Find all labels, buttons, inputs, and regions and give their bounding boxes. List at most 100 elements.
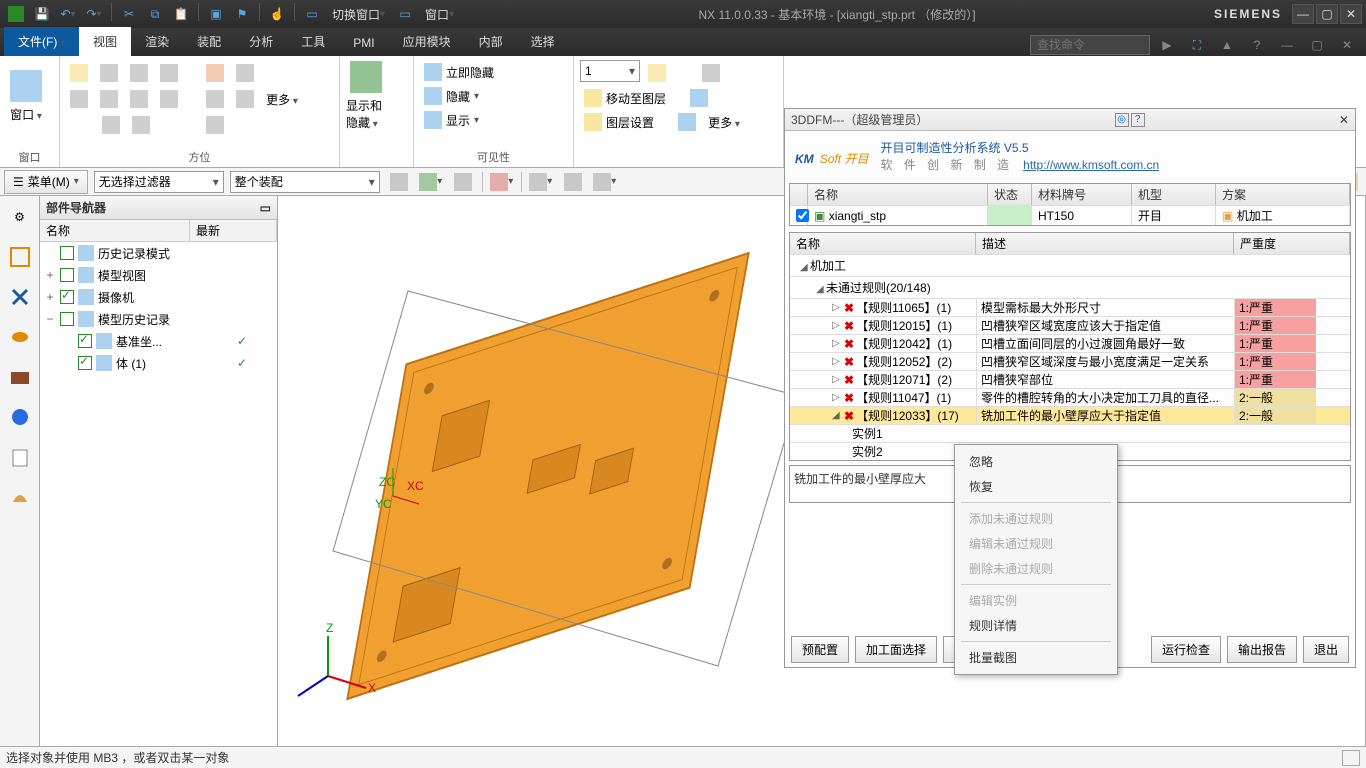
nav-icon-5[interactable]: [5, 402, 35, 432]
showhide-big-button[interactable]: 显示和隐藏: [346, 60, 386, 132]
nav-icon-1[interactable]: [5, 242, 35, 272]
hide-item[interactable]: 隐藏: [420, 84, 567, 108]
sel-btn-6[interactable]: [560, 170, 586, 194]
fullscreen-icon[interactable]: ⛶: [1184, 34, 1210, 56]
tab-app[interactable]: 应用模块: [389, 27, 465, 56]
btn-run[interactable]: 运行检查: [1151, 636, 1221, 663]
more-orient-button[interactable]: 更多: [262, 86, 302, 112]
filter-combo-2[interactable]: 整个装配: [230, 171, 380, 193]
navigator-tree[interactable]: 历史记录模式+模型视图+摄像机−模型历史记录基准坐...✓体 (1)✓: [40, 242, 277, 750]
col-status[interactable]: 状态: [988, 184, 1032, 205]
qat-redo-icon[interactable]: ↷: [82, 3, 106, 25]
qat-touch-icon[interactable]: ☝: [265, 3, 289, 25]
ori-btn-9[interactable]: [126, 86, 152, 112]
dfm-icon-q[interactable]: ?: [1131, 113, 1145, 127]
qat-window1-icon[interactable]: ▭: [300, 3, 324, 25]
qat-window2-icon[interactable]: ▭: [393, 3, 417, 25]
qat-repeat-icon[interactable]: ▣: [204, 3, 228, 25]
menu-button[interactable]: ☰菜单(M): [4, 170, 88, 194]
rule-row[interactable]: ▷✖【规则11047】(1)零件的槽腔转角的大小决定加工刀具的直径...2:一般: [790, 388, 1350, 406]
filter-combo-1[interactable]: 无选择过滤器: [94, 171, 224, 193]
vis-smbtn1[interactable]: [698, 60, 724, 86]
qat-copy-icon[interactable]: ⧉: [143, 3, 167, 25]
minimize-button[interactable]: —: [1292, 4, 1314, 24]
ori-btn-5[interactable]: [202, 60, 228, 86]
col-name[interactable]: 名称: [808, 184, 988, 205]
ori-btn-12[interactable]: [232, 86, 258, 112]
rule-category[interactable]: ◢未通过规则(20/148): [790, 276, 1350, 298]
rule-row[interactable]: ▷✖【规则12042】(1)凹槽立面间同层的小过渡圆角最好一致1:严重: [790, 334, 1350, 352]
col-name[interactable]: 名称: [40, 220, 190, 241]
qat-cut-icon[interactable]: ✂: [117, 3, 141, 25]
part-row[interactable]: ▣ xiangti_stp HT150 开目 ▣ 机加工: [790, 205, 1350, 225]
rule-root[interactable]: ◢机加工: [790, 254, 1350, 276]
close2-icon[interactable]: ✕: [1334, 34, 1360, 56]
close-button[interactable]: ✕: [1340, 4, 1362, 24]
move-layer-item[interactable]: 移动至图层: [580, 86, 777, 110]
command-search-input[interactable]: [1030, 35, 1150, 55]
search-go-icon[interactable]: ▶: [1154, 34, 1180, 56]
ori-btn-15[interactable]: [202, 112, 228, 138]
rule-row[interactable]: ◢✖【规则12033】(17)铣加工件的最小壁厚应大于指定值2:一般: [790, 406, 1350, 424]
ori-btn-4[interactable]: [156, 60, 182, 86]
tab-analysis[interactable]: 分析: [235, 27, 287, 56]
ori-btn-8[interactable]: [96, 86, 122, 112]
nav-icon-3[interactable]: [5, 322, 35, 352]
dfm-close-icon[interactable]: ✕: [1339, 113, 1349, 127]
nav-icon-7[interactable]: [5, 482, 35, 512]
tab-render[interactable]: 渲染: [131, 27, 183, 56]
nav-icon-4[interactable]: [5, 362, 35, 392]
ori-btn-7[interactable]: [66, 86, 92, 112]
help-icon[interactable]: ?: [1244, 34, 1270, 56]
ori-btn-14[interactable]: [128, 112, 154, 138]
settings-icon[interactable]: ⚙: [5, 202, 35, 232]
window-big-button[interactable]: 窗口: [6, 60, 46, 132]
rule-row[interactable]: ▷✖【规则12071】(2)凹槽狭窄部位1:严重: [790, 370, 1350, 388]
qat-undo-icon[interactable]: ↶: [56, 3, 80, 25]
ori-btn-10[interactable]: [156, 86, 182, 112]
instance-row[interactable]: 实例1: [790, 424, 1350, 442]
btn-faceselect[interactable]: 加工面选择: [855, 636, 937, 663]
tab-pmi[interactable]: PMI: [339, 30, 388, 56]
tab-file[interactable]: 文件(F): [4, 27, 79, 56]
qat-window-menu[interactable]: 窗口: [419, 3, 460, 25]
menu-item[interactable]: 批量截图: [955, 645, 1117, 670]
tab-internal[interactable]: 内部: [465, 27, 517, 56]
col-plan[interactable]: 方案: [1216, 184, 1350, 205]
ori-btn-6[interactable]: [232, 60, 258, 86]
ori-btn-3[interactable]: [126, 60, 152, 86]
rcol-name[interactable]: 名称: [790, 233, 976, 254]
sel-btn-4[interactable]: [489, 170, 515, 194]
tab-view[interactable]: 视图: [79, 27, 131, 56]
qat-paste-icon[interactable]: 📋: [169, 3, 193, 25]
dfm-icon-o[interactable]: ◎: [1115, 113, 1129, 127]
btn-report[interactable]: 输出报告: [1227, 636, 1297, 663]
tree-item[interactable]: +摄像机: [40, 286, 277, 308]
sel-btn-5[interactable]: [528, 170, 554, 194]
layer-settings-item[interactable]: 图层设置更多: [580, 110, 777, 134]
ori-btn-2[interactable]: [96, 60, 122, 86]
sel-btn-7[interactable]: [592, 170, 618, 194]
rule-row[interactable]: ▷✖【规则12015】(1)凹槽狭窄区域宽度应该大于指定值1:严重: [790, 316, 1350, 334]
qat-save-icon[interactable]: 💾: [30, 3, 54, 25]
up-icon[interactable]: ▲: [1214, 34, 1240, 56]
sel-btn-2[interactable]: [418, 170, 444, 194]
hide-immediate-item[interactable]: 立即隐藏: [420, 60, 567, 84]
min2-icon[interactable]: —: [1274, 34, 1300, 56]
tab-tools[interactable]: 工具: [287, 27, 339, 56]
pin-icon[interactable]: ▭: [260, 201, 271, 215]
rcol-desc[interactable]: 描述: [976, 233, 1234, 254]
col-material[interactable]: 材料牌号: [1032, 184, 1132, 205]
menu-item[interactable]: 规则详情: [955, 613, 1117, 638]
nav-icon-2[interactable]: [5, 282, 35, 312]
col-machine[interactable]: 机型: [1132, 184, 1216, 205]
rcol-sev[interactable]: 严重度: [1234, 233, 1350, 254]
status-button[interactable]: [1342, 750, 1360, 766]
tab-select[interactable]: 选择: [517, 27, 569, 56]
ori-btn-13[interactable]: [98, 112, 124, 138]
col-latest[interactable]: 最新: [190, 220, 277, 241]
maximize-button[interactable]: ▢: [1316, 4, 1338, 24]
tab-assembly[interactable]: 装配: [183, 27, 235, 56]
menu-item[interactable]: 恢复: [955, 474, 1117, 499]
btn-preconfig[interactable]: 预配置: [791, 636, 849, 663]
